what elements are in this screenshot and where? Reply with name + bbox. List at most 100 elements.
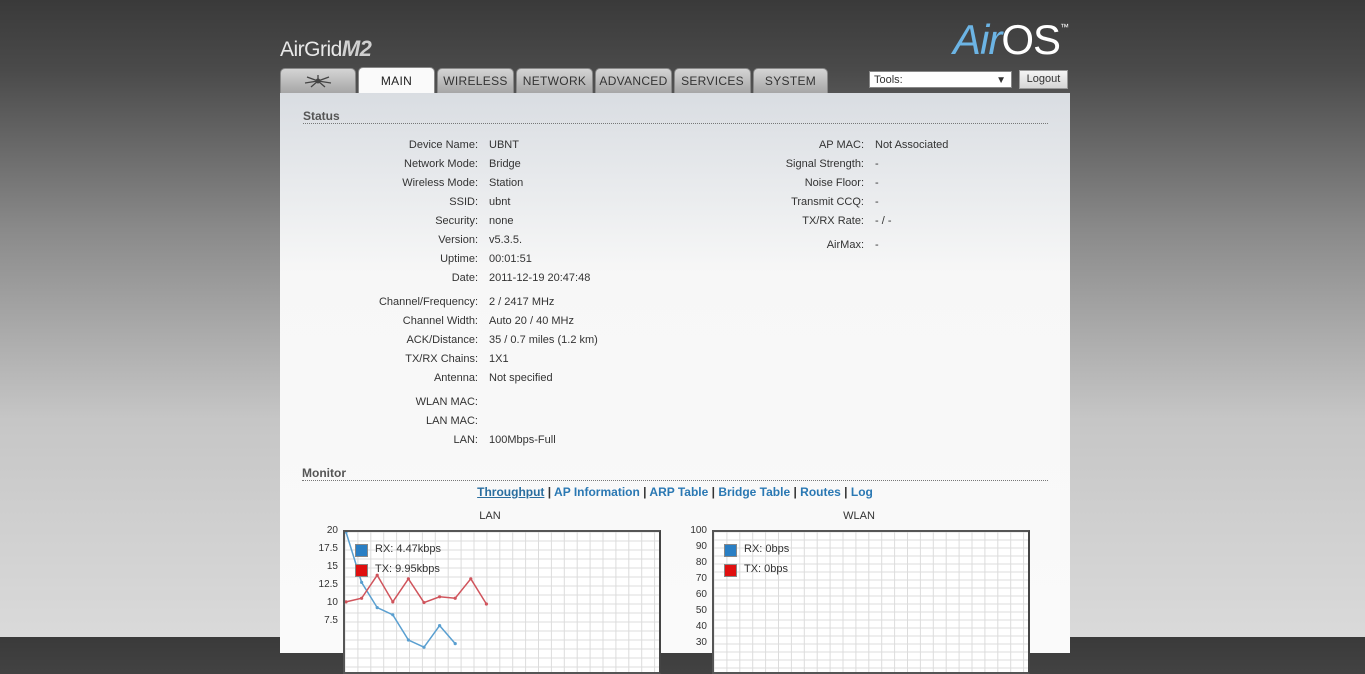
legend-label: RX: 4.47kbps — [375, 543, 442, 555]
tab-wireless[interactable]: WIRELESS — [437, 68, 514, 93]
y-tick-label: 40 — [695, 621, 707, 632]
trademark: ™ — [1060, 22, 1069, 32]
y-tick-label: 60 — [695, 589, 707, 600]
tab-main[interactable]: MAIN — [358, 67, 435, 94]
dropdown-arrow-icon: ▼ — [996, 75, 1006, 86]
y-tick-label: 100 — [690, 525, 707, 536]
monitor-links: Throughput | AP Information | ARP Table … — [477, 485, 873, 499]
data-point — [453, 642, 457, 646]
data-point — [422, 645, 426, 649]
status-value: - — [875, 158, 879, 170]
wlan-chart-title: WLAN — [843, 510, 875, 522]
link-ap-information[interactable]: AP Information — [554, 485, 640, 499]
status-label: Date: — [451, 272, 478, 284]
status-value: Bridge — [489, 158, 521, 170]
status-label: ACK/Distance: — [406, 334, 478, 346]
data-point — [375, 606, 379, 610]
status-section-title: Status — [303, 109, 340, 123]
status-label: Security: — [435, 215, 478, 227]
y-tick-label: 30 — [695, 637, 707, 648]
status-label: Transmit CCQ: — [791, 196, 864, 208]
data-point — [406, 638, 410, 642]
status-label: Noise Floor: — [804, 177, 864, 189]
status-divider — [303, 123, 1048, 124]
status-label: Channel Width: — [402, 315, 478, 327]
link-routes[interactable]: Routes — [800, 485, 841, 499]
y-tick-label: 20 — [326, 525, 338, 536]
y-tick-label: 70 — [695, 573, 707, 584]
data-point — [360, 596, 364, 600]
y-tick-label: 90 — [695, 541, 707, 552]
data-point — [345, 532, 348, 534]
status-label: Wireless Mode: — [402, 177, 478, 189]
tab-system[interactable]: SYSTEM — [753, 68, 828, 93]
tools-label: Tools: — [874, 74, 903, 86]
product-name: AirGrid — [280, 38, 342, 61]
status-value: v5.3.5. — [489, 234, 523, 246]
y-tick-label: 50 — [695, 605, 707, 616]
data-point — [406, 577, 410, 581]
tab-advanced[interactable]: ADVANCED — [595, 68, 672, 93]
link-throughput[interactable]: Throughput — [477, 485, 544, 499]
link-arp-table[interactable]: ARP Table — [649, 485, 708, 499]
status-value: - — [875, 239, 879, 251]
status-label: Device Name: — [408, 139, 478, 151]
status-label: TX/RX Rate: — [802, 215, 864, 227]
legend-swatch — [355, 564, 368, 577]
y-tick-label: 17.5 — [318, 543, 338, 554]
status-value: 35 / 0.7 miles (1.2 km) — [489, 334, 598, 346]
status-value: 2 / 2417 MHz — [489, 296, 555, 308]
wlan-throughput-chart: RX: 0bps TX: 0bps — [712, 530, 1030, 674]
status-value: 100Mbps-Full — [489, 434, 556, 446]
product-model: M2 — [341, 36, 372, 61]
legend-label: RX: 0bps — [744, 543, 790, 555]
status-value: UBNT — [489, 139, 519, 151]
data-point — [422, 600, 426, 605]
page-wrapper: AirGridM2 AirOS™ MAIN WIRELESS NETWORK A… — [280, 0, 1070, 674]
status-value: 2011-12-19 20:47:48 — [489, 272, 591, 284]
data-point — [438, 624, 442, 628]
status-label: LAN: — [453, 434, 478, 446]
tab-services[interactable]: SERVICES — [674, 68, 751, 93]
y-tick-label: 80 — [695, 557, 707, 568]
status-label: AP MAC: — [818, 139, 864, 151]
content-panel: Status Device Name: UBNT Network Mode: Brid… — [280, 93, 1070, 674]
status-label: SSID: — [449, 196, 478, 208]
y-tick-label: 7.5 — [324, 615, 338, 626]
monitor-section-title: Monitor — [302, 466, 346, 480]
airos-suffix: OS — [1001, 16, 1061, 63]
link-log[interactable]: Log — [851, 485, 873, 499]
logout-button[interactable]: Logout — [1019, 70, 1068, 89]
tab-ubiquiti-logo[interactable] — [280, 68, 356, 93]
status-label: Network Mode: — [404, 158, 478, 170]
data-point — [391, 613, 395, 617]
monitor-divider — [302, 480, 1048, 481]
data-point — [345, 600, 348, 604]
data-point — [438, 595, 442, 599]
tools-dropdown[interactable]: Tools: ▼ — [869, 71, 1012, 88]
legend-label: TX: 0bps — [744, 563, 789, 575]
status-label: Version: — [438, 234, 478, 246]
status-label: Uptime: — [440, 253, 478, 265]
airos-logo: AirOS™ — [953, 16, 1069, 64]
status-value: - — [875, 196, 879, 208]
status-value: 1X1 — [489, 353, 509, 365]
series-line-1 — [345, 573, 488, 605]
main-nav-tabs: MAIN WIRELESS NETWORK ADVANCED SERVICES … — [280, 67, 830, 94]
tab-network[interactable]: NETWORK — [516, 68, 593, 93]
status-label: WLAN MAC: — [415, 396, 478, 408]
status-label: Channel/Frequency: — [378, 296, 478, 308]
data-point — [391, 600, 395, 604]
data-point — [469, 577, 473, 581]
status-label: TX/RX Chains: — [405, 353, 478, 365]
link-bridge-table[interactable]: Bridge Table — [718, 485, 790, 499]
status-value: Station — [489, 177, 524, 189]
status-value: none — [489, 215, 514, 227]
data-point — [360, 580, 364, 584]
ubiquiti-logo-icon — [304, 75, 332, 88]
status-value: Auto 20 / 40 MHz — [489, 315, 574, 327]
status-value: 00:01:51 — [489, 253, 532, 265]
product-logo: AirGridM2 — [280, 36, 372, 62]
status-label: LAN MAC: — [426, 415, 478, 427]
status-label: Signal Strength: — [785, 158, 864, 170]
